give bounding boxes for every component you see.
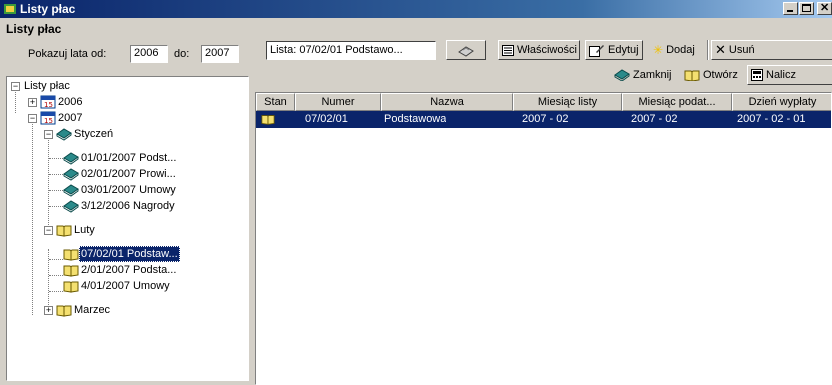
svg-text:15: 15: [44, 117, 53, 125]
collapse-icon[interactable]: −: [11, 82, 20, 91]
column-header[interactable]: Miesiąc podat...: [622, 93, 732, 111]
panel-header: Listy płac: [6, 22, 62, 36]
cell-nazwa: Podstawowa: [384, 113, 447, 125]
calculate-button[interactable]: Nalicz: [747, 65, 832, 85]
calendar-icon: 15: [40, 111, 56, 125]
year-to-field[interactable]: 2007: [201, 45, 239, 63]
collapse-icon[interactable]: −: [44, 130, 53, 139]
window-title: Listy płac: [20, 2, 76, 16]
cell-miesiac-podat: 2007 - 02: [631, 113, 678, 125]
open-book-icon: [56, 305, 72, 317]
delete-icon: ✕: [715, 42, 726, 58]
expand-icon[interactable]: +: [44, 306, 53, 315]
cell-miesiac-listy: 2007 - 02: [522, 113, 569, 125]
delete-button[interactable]: ✕ Usuń: [711, 40, 832, 60]
calculator-icon: [751, 69, 763, 82]
properties-button[interactable]: Właściwości: [498, 40, 580, 60]
cell-dzien-wyplaty: 2007 - 02 - 01: [737, 113, 806, 125]
closed-book-icon: [614, 69, 630, 82]
title-bar[interactable]: Listy płac ✕: [0, 0, 832, 18]
minimize-icon: [787, 10, 793, 12]
payroll-table[interactable]: Stan Numer Nazwa Miesiąc listy Miesiąc p…: [255, 92, 832, 385]
closed-book-icon: [63, 168, 79, 181]
svg-text:15: 15: [44, 101, 53, 109]
open-book-icon: [63, 281, 79, 293]
calendar-icon: 15: [40, 95, 56, 109]
edit-icon: [589, 44, 604, 57]
column-header[interactable]: Numer: [295, 93, 381, 111]
app-icon: [4, 4, 16, 14]
years-from-label: Pokazuj lata od:: [28, 48, 107, 60]
closed-book-icon: [56, 128, 72, 141]
column-header[interactable]: Nazwa: [381, 93, 513, 111]
maximize-button[interactable]: [799, 2, 814, 15]
star-icon: ✳: [653, 43, 664, 58]
open-book-icon: [684, 70, 700, 82]
open-book-icon: [63, 265, 79, 277]
print-button[interactable]: [446, 40, 486, 60]
expand-icon[interactable]: +: [28, 98, 37, 107]
close-list-button[interactable]: Zamknij: [610, 65, 676, 85]
open-list-button[interactable]: Otwórz: [680, 65, 742, 85]
properties-icon: [502, 44, 514, 56]
year-from-field[interactable]: 2006: [130, 45, 168, 63]
collapse-icon[interactable]: −: [28, 114, 37, 123]
list-selector[interactable]: Lista: 07/02/01 Podstawo...: [266, 41, 436, 60]
closed-book-icon: [63, 152, 79, 165]
years-to-label: do:: [174, 48, 190, 60]
close-icon: ✕: [820, 2, 830, 14]
table-row[interactable]: 07/02/01 Podstawowa 2007 - 02 2007 - 02 …: [256, 111, 831, 128]
close-button[interactable]: ✕: [817, 2, 832, 15]
tree-view[interactable]: − Listy płac + 15 2006 − 15 2007 − Stycz…: [6, 76, 249, 381]
printer-icon: [458, 46, 474, 57]
collapse-icon[interactable]: −: [44, 226, 53, 235]
closed-book-icon: [63, 200, 79, 213]
open-book-icon: [261, 115, 275, 125]
column-header[interactable]: Dzień wypłaty: [732, 93, 831, 111]
cell-numer: 07/02/01: [305, 113, 348, 125]
maximize-icon: [802, 4, 811, 12]
column-header[interactable]: Miesiąc listy: [513, 93, 622, 111]
edit-button[interactable]: Edytuj: [585, 40, 643, 60]
open-book-icon: [63, 249, 79, 261]
column-header[interactable]: Stan: [256, 93, 295, 111]
open-book-icon: [56, 225, 72, 237]
closed-book-icon: [63, 184, 79, 197]
application-window: Listy płac ✕ Listy płac Pokazuj lata od:…: [0, 0, 832, 385]
add-button[interactable]: ✳ Dodaj: [649, 40, 705, 60]
minimize-button[interactable]: [783, 2, 798, 15]
